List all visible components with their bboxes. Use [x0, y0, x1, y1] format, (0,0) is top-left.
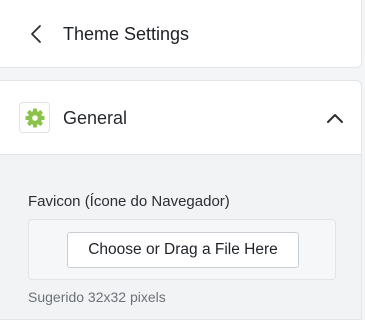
collapse-toggle[interactable]	[323, 107, 347, 129]
choose-file-button[interactable]: Choose or Drag a File Here	[67, 232, 299, 268]
chevron-left-icon	[31, 25, 41, 43]
general-section-panel: General Favicon (Ícone do Navegador) Cho…	[0, 80, 362, 320]
file-drop-zone[interactable]: Choose or Drag a File Here	[28, 219, 336, 280]
general-section-header[interactable]: General	[0, 81, 361, 155]
section-title: General	[63, 108, 128, 128]
back-button[interactable]	[26, 22, 46, 46]
header-bar: Theme Settings	[0, 0, 362, 68]
chevron-up-icon	[327, 114, 343, 123]
gear-icon	[25, 108, 44, 127]
favicon-size-hint: Sugerido 32x32 pixels	[28, 289, 166, 305]
favicon-label: Favicon (Ícone do Navegador)	[28, 193, 230, 210]
section-icon-box	[19, 102, 50, 133]
page-title: Theme Settings	[63, 24, 190, 44]
